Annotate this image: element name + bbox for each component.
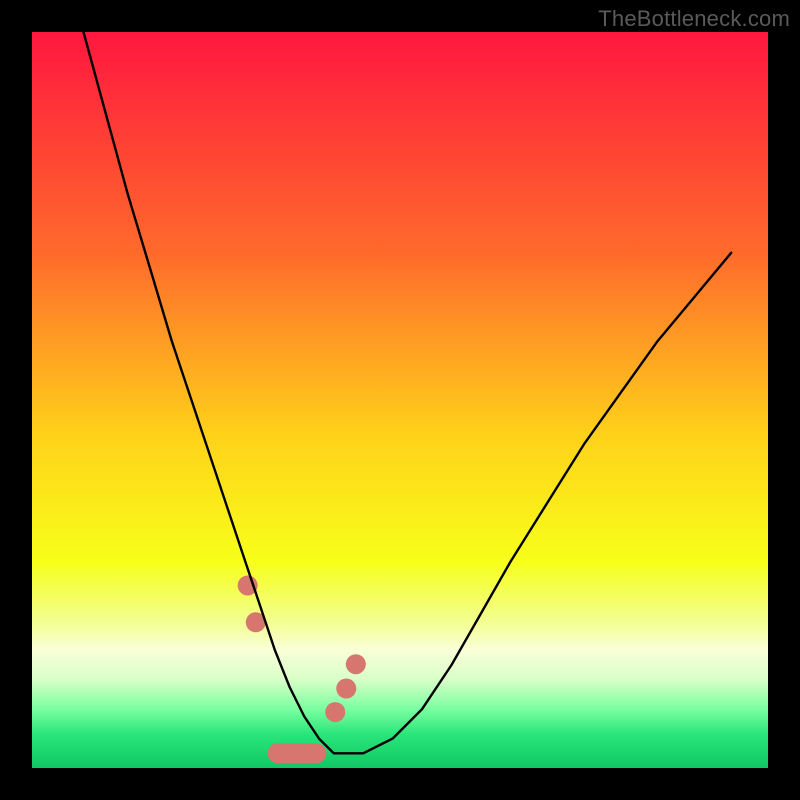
watermark-text: TheBottleneck.com	[598, 6, 790, 32]
plot-area	[32, 32, 768, 768]
chart-svg	[32, 32, 768, 768]
chart-frame: TheBottleneck.com	[0, 0, 800, 800]
